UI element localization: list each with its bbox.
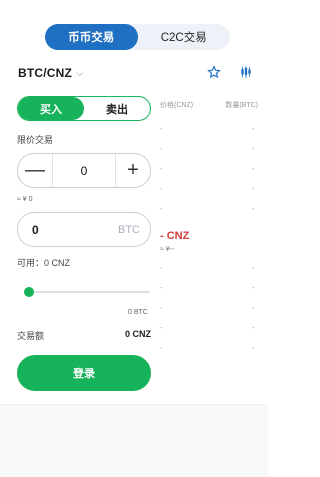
tab-c2c-trading[interactable]: C2C交易 <box>138 24 231 50</box>
last-price: - CNZ <box>160 230 190 242</box>
buy-sell-toggle: 买入 卖出 <box>17 96 151 121</box>
orderbook-qty-cell: - <box>252 343 255 352</box>
orderbook-qty-cell: - <box>252 144 255 153</box>
price-stepper: — 0 + <box>17 153 151 188</box>
amount-unit: BTC <box>118 223 140 236</box>
amount-slider-track[interactable] <box>29 291 150 293</box>
orderbook-price-cell: - <box>160 323 163 332</box>
orderbook-price-header: 价格(CNZ) <box>160 102 194 109</box>
orderbook-price-cell: - <box>160 283 163 292</box>
orderbook-qty-cell: - <box>252 303 255 312</box>
minus-icon[interactable]: — <box>18 154 52 187</box>
orderbook-qty-cell: - <box>252 184 255 193</box>
bottom-area <box>0 404 268 477</box>
orderbook-qty-cell: - <box>252 263 255 272</box>
trade-amount-label: 交易额 <box>17 331 45 341</box>
buy-tab[interactable]: 买入 <box>18 97 84 120</box>
trade-mode-tabs: 币币交易 C2C交易 <box>45 24 230 50</box>
orderbook-price-cell: - <box>160 263 163 272</box>
amount-field[interactable]: 0 BTC <box>17 212 151 247</box>
plus-icon[interactable]: + <box>116 154 150 187</box>
amount-input[interactable]: 0 <box>32 223 118 237</box>
amount-slider-handle[interactable] <box>24 287 34 297</box>
candlestick-chart-icon[interactable] <box>238 64 254 80</box>
star-icon[interactable] <box>206 64 222 80</box>
orderbook-price-cell: - <box>160 184 163 193</box>
tab-spot-trading[interactable]: 币币交易 <box>45 24 138 50</box>
trade-amount-value: 0 CNZ <box>124 329 151 339</box>
orderbook-price-cell: - <box>160 204 163 213</box>
pair-selector[interactable]: BTC/CNZ <box>18 66 72 80</box>
orderbook-price-cell: - <box>160 343 163 352</box>
orderbook-price-cell: - <box>160 164 163 173</box>
orderbook-qty-cell: - <box>252 124 255 133</box>
sell-tab[interactable]: 卖出 <box>84 97 150 120</box>
orderbook-qty-cell: - <box>252 164 255 173</box>
orderbook-price-cell: - <box>160 124 163 133</box>
order-type-label[interactable]: 限价交易 <box>17 133 53 146</box>
price-input[interactable]: 0 <box>52 154 116 187</box>
orderbook-qty-cell: - <box>252 204 255 213</box>
chevron-down-icon[interactable]: ⌵ <box>76 68 83 79</box>
orderbook-price-cell: - <box>160 144 163 153</box>
slider-max-label: 0 BTC <box>128 309 148 316</box>
orderbook-qty-cell: - <box>252 283 255 292</box>
orderbook-qty-header: 数量(BTC) <box>225 102 258 109</box>
orderbook-price-cell: - <box>160 303 163 312</box>
login-button[interactable]: 登录 <box>17 355 151 391</box>
pair-header: BTC/CNZ ⌵ <box>18 62 258 84</box>
last-price-cny: ≈ ¥-- <box>160 246 175 253</box>
available-balance: 可用：0 CNZ <box>17 258 71 268</box>
price-cny-estimate: ≈ ¥ 0 <box>17 196 33 203</box>
orderbook-qty-cell: - <box>252 323 255 332</box>
